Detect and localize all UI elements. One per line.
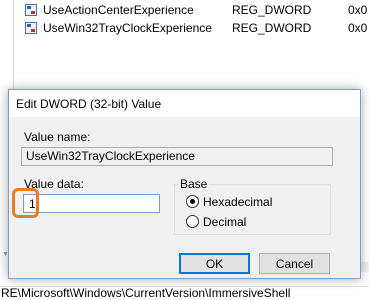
status-bar-path: RE\Microsoft\Windows\CurrentVersion\Imme… [0,286,369,300]
dialog-title: Edit DWORD (32-bit) Value [16,97,162,111]
highlight-annotation [12,188,39,218]
registry-value-name: UseWin32TrayClockExperience [43,21,212,35]
reg-binary-value-icon [25,22,37,34]
hexadecimal-label: Hexadecimal [203,195,273,209]
cancel-button[interactable]: Cancel [259,253,330,274]
registry-value-name: UseActionCenterExperience [43,3,194,17]
ok-button[interactable]: OK [179,253,250,274]
value-name-field: UseWin32TrayClockExperience [21,147,333,166]
registry-values-list: UseActionCenterExperience REG_DWORD 0x0 … [22,0,369,60]
decimal-radio[interactable] [186,215,199,228]
registry-value-type: REG_DWORD [232,21,312,35]
dialog-titlebar[interactable]: Edit DWORD (32-bit) Value [9,90,360,117]
base-group-label: Base [178,177,210,191]
registry-value-type: REG_DWORD [232,3,312,17]
registry-value-data: 0x0 [348,21,368,35]
registry-value-row[interactable]: UseActionCenterExperience REG_DWORD 0x0 [22,1,369,19]
value-data-input[interactable] [23,194,160,213]
base-groupbox [174,184,331,235]
edit-dword-dialog: Edit DWORD (32-bit) Value Value name: Us… [8,89,361,279]
decimal-label: Decimal [203,215,247,229]
registry-value-data: 0x0 [348,3,368,17]
hexadecimal-radio[interactable] [186,195,199,208]
value-name-label: Value name: [24,130,91,144]
registry-value-row[interactable]: UseWin32TrayClockExperience REG_DWORD 0x… [22,19,369,37]
reg-binary-value-icon [25,4,37,16]
